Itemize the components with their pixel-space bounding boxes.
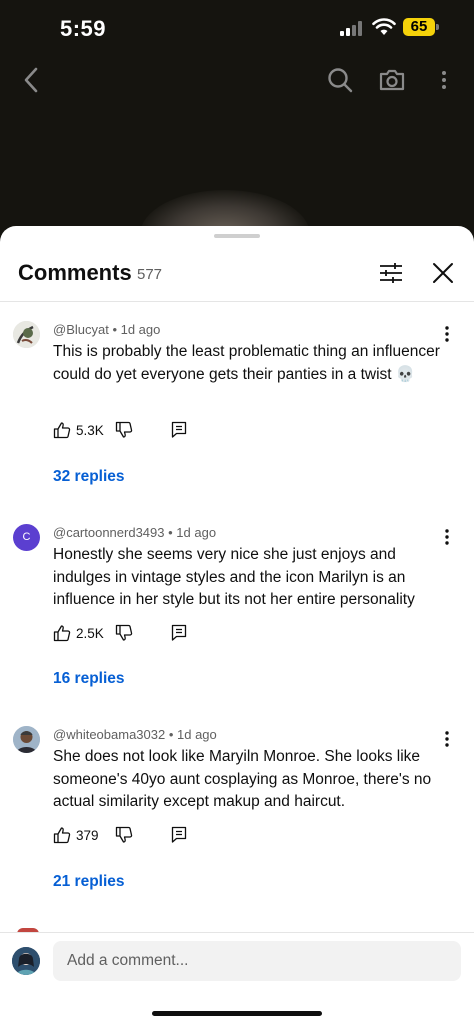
comment-composer xyxy=(0,932,474,1025)
comment-actions: 2.5K xyxy=(53,624,253,646)
more-vertical-icon xyxy=(442,71,446,89)
thumbs-down-icon[interactable] xyxy=(115,421,133,439)
more-vertical-icon xyxy=(445,326,449,342)
view-replies-link[interactable]: 21 replies xyxy=(53,873,125,891)
camera-button[interactable] xyxy=(376,60,408,100)
comment-time: 1d ago xyxy=(120,322,161,337)
view-replies-link[interactable]: 32 replies xyxy=(53,468,125,486)
comment-actions: 5.3K xyxy=(53,421,253,443)
sliders-icon xyxy=(380,263,402,283)
chevron-left-icon xyxy=(24,67,38,93)
search-button[interactable] xyxy=(324,60,356,100)
avatar-portrait-icon xyxy=(13,726,40,753)
comment-meta: @whiteobama3032 • 1d ago xyxy=(53,727,217,742)
camera-icon xyxy=(379,69,405,91)
comment-time: 1d ago xyxy=(176,525,217,540)
view-replies-link[interactable]: 16 replies xyxy=(53,670,125,688)
comments-sheet: Comments 577 @Blucyat • 1d ago This is p… xyxy=(0,226,474,1025)
comment-meta: @cartoonnerd3493 • 1d ago xyxy=(53,525,217,540)
comments-header: Comments 577 xyxy=(0,250,474,302)
status-bar: 5:59 65 xyxy=(0,0,474,56)
reply-icon[interactable] xyxy=(171,826,187,844)
comment-item: C @cartoonnerd3493 • 1d ago Honestly she… xyxy=(0,524,474,704)
cellular-signal-icon xyxy=(340,20,366,36)
more-vertical-icon xyxy=(445,731,449,747)
my-avatar[interactable] xyxy=(12,947,40,975)
battery-indicator: 65 xyxy=(403,18,435,36)
thumbs-up-icon[interactable] xyxy=(53,624,71,642)
filter-button[interactable] xyxy=(376,258,406,288)
avatar-profile-icon xyxy=(12,947,40,975)
thumbs-up-icon[interactable] xyxy=(53,421,71,439)
comment-more-button[interactable] xyxy=(440,730,454,748)
comment-more-button[interactable] xyxy=(440,528,454,546)
comment-author[interactable]: @whiteobama3032 xyxy=(53,727,165,742)
comment-more-button[interactable] xyxy=(440,325,454,343)
comment-text: She does not look like Maryiln Monroe. S… xyxy=(53,748,432,810)
back-button[interactable] xyxy=(16,60,46,100)
comment-time: 1d ago xyxy=(177,727,217,742)
avatar[interactable] xyxy=(13,726,40,753)
like-count: 2.5K xyxy=(76,626,104,641)
video-more-button[interactable] xyxy=(434,60,454,100)
comment-text: Honestly she seems very nice she just en… xyxy=(53,546,415,608)
thumbs-down-icon[interactable] xyxy=(115,624,133,642)
like-count: 5.3K xyxy=(76,423,104,438)
home-indicator[interactable] xyxy=(152,1011,322,1016)
close-button[interactable] xyxy=(428,258,458,288)
more-vertical-icon xyxy=(445,529,449,545)
thumbs-down-icon[interactable] xyxy=(115,826,133,844)
sheet-grabber[interactable] xyxy=(214,234,260,238)
comment-actions: 379 xyxy=(53,826,253,848)
like-count: 379 xyxy=(76,828,99,843)
comment-item: @whiteobama3032 • 1d ago She does not lo… xyxy=(0,726,474,906)
search-icon xyxy=(328,68,353,93)
avatar-drawing-icon xyxy=(13,321,40,348)
comment-author[interactable]: @Blucyat xyxy=(53,322,109,337)
comment-author[interactable]: @cartoonnerd3493 xyxy=(53,525,165,540)
close-icon xyxy=(433,263,453,283)
reply-icon[interactable] xyxy=(171,421,187,439)
comment-item: @Blucyat • 1d ago This is probably the l… xyxy=(0,321,474,501)
comments-title: Comments xyxy=(18,260,132,285)
add-comment-input[interactable] xyxy=(53,941,461,981)
wifi-icon xyxy=(372,18,396,35)
status-time: 5:59 xyxy=(60,16,107,41)
avatar[interactable] xyxy=(13,321,40,348)
video-controls xyxy=(0,60,474,104)
reply-icon[interactable] xyxy=(171,624,187,642)
battery-nub xyxy=(436,24,439,30)
header-divider xyxy=(0,301,474,302)
comment-text: This is probably the least problematic t… xyxy=(53,343,440,383)
comment-meta: @Blucyat • 1d ago xyxy=(53,322,161,337)
avatar[interactable]: C xyxy=(13,524,40,551)
comments-count: 577 xyxy=(137,266,163,283)
thumbs-up-icon[interactable] xyxy=(53,826,71,844)
